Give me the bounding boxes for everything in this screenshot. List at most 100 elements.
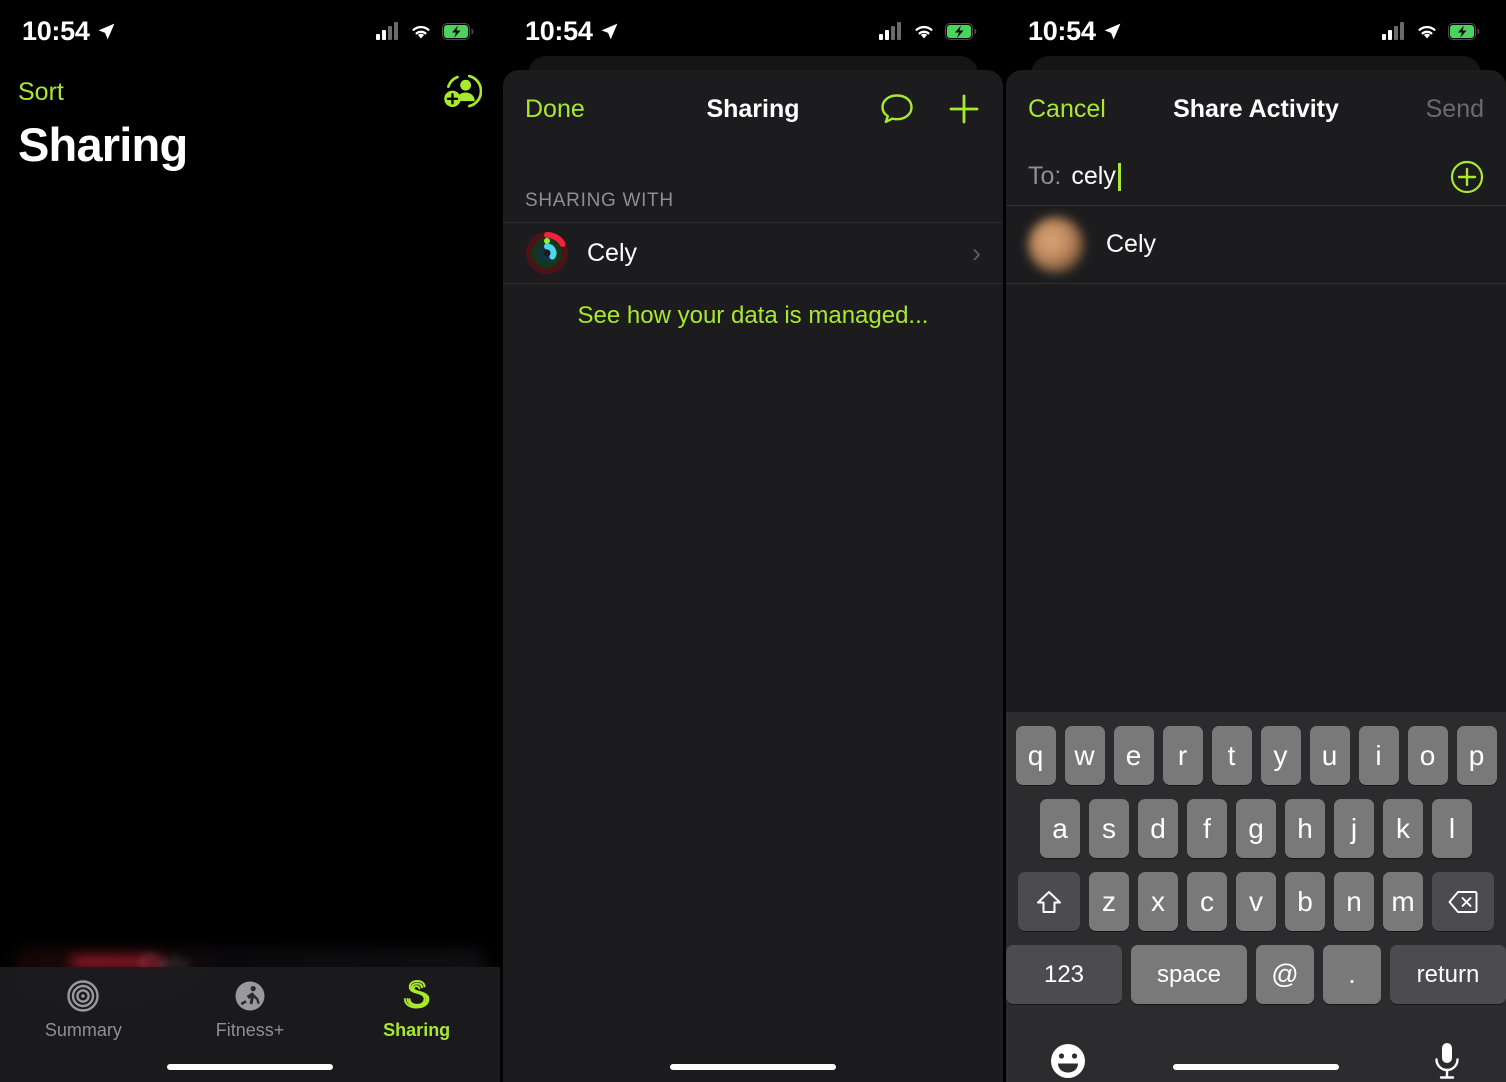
status-bar-left: 10:54 [22, 16, 116, 47]
home-indicator[interactable] [167, 1064, 333, 1070]
wifi-icon [1418, 25, 1436, 39]
battery-charging-icon [1448, 22, 1480, 40]
key-r[interactable]: r [1162, 726, 1203, 785]
key-x[interactable]: x [1138, 872, 1178, 931]
key-e[interactable]: e [1113, 726, 1154, 785]
keyboard-row-4: 123 space @ . return [1006, 945, 1506, 1004]
page-title: Sharing [18, 118, 188, 171]
wifi-icon [915, 25, 933, 39]
to-field-label: To: [1028, 162, 1062, 190]
space-key[interactable]: space [1131, 945, 1247, 1004]
shift-key[interactable] [1018, 872, 1080, 931]
key-y[interactable]: y [1260, 726, 1301, 785]
to-field[interactable]: To: cely [1006, 148, 1506, 206]
message-bubble-icon[interactable] [879, 92, 915, 126]
return-key[interactable]: return [1390, 945, 1506, 1004]
key-q[interactable]: q [1015, 726, 1056, 785]
panel-sharing-sheet: 10:54 Done Sharing SHARING WITH Cely › S… [503, 0, 1003, 1082]
to-field-input[interactable]: cely [1071, 162, 1115, 191]
cellular-bars-icon [879, 22, 901, 40]
key-m[interactable]: m [1383, 872, 1423, 931]
on-screen-keyboard: q w e r t y u i o p a s d f g h j k l z … [1006, 712, 1506, 1082]
location-arrow-icon [98, 23, 114, 39]
panel-share-activity: 10:54 Cancel Share Activity Send To: cel… [1006, 0, 1506, 1082]
plus-icon[interactable] [947, 92, 981, 126]
cancel-button[interactable]: Cancel [1028, 95, 1106, 124]
sheet-nav-actions: Send [1426, 95, 1484, 124]
home-indicator[interactable] [1173, 1064, 1339, 1070]
microphone-icon[interactable] [1430, 1040, 1464, 1082]
status-time: 10:54 [525, 15, 593, 46]
key-i[interactable]: i [1358, 726, 1399, 785]
tab-sharing[interactable]: Sharing [333, 977, 500, 1041]
navigation-bar: Sort [0, 62, 500, 122]
shift-arrow-icon [1037, 890, 1061, 913]
period-key[interactable]: . [1323, 945, 1381, 1004]
sheet-navigation-bar: Cancel Share Activity Send [1006, 70, 1506, 148]
key-k[interactable]: k [1383, 799, 1423, 858]
key-j[interactable]: j [1334, 799, 1374, 858]
tab-fitness-plus-label: Fitness+ [215, 1020, 285, 1040]
at-key[interactable]: @ [1256, 945, 1314, 1004]
key-l[interactable]: l [1432, 799, 1472, 858]
sheet-nav-actions [879, 92, 981, 126]
status-bar: 10:54 [1006, 0, 1506, 62]
chevron-right-icon: › [972, 237, 981, 268]
emoji-smiley-icon[interactable] [1048, 1041, 1088, 1081]
battery-charging-icon [442, 22, 474, 40]
status-bar: 10:54 [503, 0, 1003, 62]
panel-sharing-list: 10:54 Sort Sharing Cely Summary Fitness+… [0, 0, 500, 1082]
add-person-icon[interactable] [442, 72, 482, 112]
key-g[interactable]: g [1236, 799, 1276, 858]
key-z[interactable]: z [1089, 872, 1129, 931]
list-item[interactable]: Cely › [503, 222, 1003, 284]
sheet-navigation-bar: Done Sharing [503, 70, 1003, 148]
key-w[interactable]: w [1064, 726, 1105, 785]
numbers-key[interactable]: 123 [1006, 945, 1122, 1004]
keyboard-row-2: a s d f g h j k l [1006, 799, 1506, 858]
status-bar-left: 10:54 [1028, 16, 1122, 47]
sort-button[interactable]: Sort [18, 78, 64, 107]
key-o[interactable]: o [1407, 726, 1448, 785]
status-bar-right [879, 22, 977, 40]
keyboard-bottom-bar [1006, 1018, 1506, 1082]
key-c[interactable]: c [1187, 872, 1227, 931]
avatar [1028, 216, 1084, 273]
key-n[interactable]: n [1334, 872, 1374, 931]
keyboard-row-3: z x c v b n m [1006, 872, 1506, 931]
backspace-icon [1448, 890, 1478, 913]
key-p[interactable]: p [1456, 726, 1497, 785]
key-d[interactable]: d [1138, 799, 1178, 858]
key-b[interactable]: b [1285, 872, 1325, 931]
backspace-key[interactable] [1432, 872, 1494, 931]
circled-plus-icon[interactable] [1450, 160, 1484, 194]
tab-sharing-label: Sharing [383, 1020, 451, 1040]
contact-suggestion-name: Cely [1106, 230, 1157, 258]
battery-charging-icon [945, 22, 977, 40]
home-indicator[interactable] [670, 1064, 836, 1070]
status-bar: 10:54 [0, 0, 500, 62]
key-f[interactable]: f [1187, 799, 1227, 858]
location-arrow-icon [601, 23, 617, 39]
key-v[interactable]: v [1236, 872, 1276, 931]
data-managed-link[interactable]: See how your data is managed... [503, 284, 1003, 348]
status-bar-right [1382, 22, 1480, 40]
key-u[interactable]: u [1309, 726, 1350, 785]
location-arrow-icon [1104, 23, 1120, 39]
status-bar-right [376, 22, 474, 40]
key-a[interactable]: a [1040, 799, 1080, 858]
contact-suggestion-row[interactable]: Cely [1006, 206, 1506, 284]
activity-rings-icon [64, 977, 102, 1015]
status-time: 10:54 [1028, 15, 1096, 46]
tab-summary[interactable]: Summary [0, 977, 167, 1041]
running-person-icon [231, 977, 269, 1015]
done-button[interactable]: Done [525, 95, 585, 124]
key-t[interactable]: t [1211, 726, 1252, 785]
text-caret [1117, 162, 1121, 191]
tab-summary-label: Summary [44, 1020, 122, 1040]
key-h[interactable]: h [1285, 799, 1325, 858]
key-s[interactable]: s [1089, 799, 1129, 858]
activity-rings-avatar [526, 231, 568, 274]
tab-fitness-plus[interactable]: Fitness+ [167, 977, 334, 1041]
send-button[interactable]: Send [1426, 95, 1484, 124]
